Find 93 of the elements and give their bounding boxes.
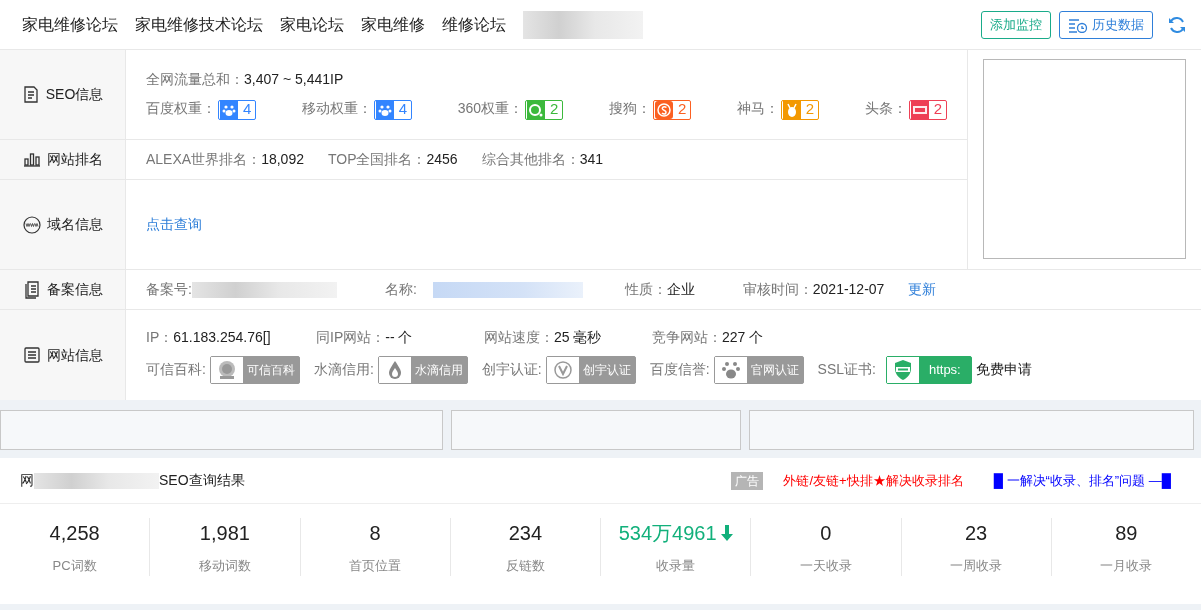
- ad-tag: 广告: [731, 471, 764, 490]
- field-label: 名称:: [384, 280, 417, 299]
- query-link[interactable]: 点击查询: [146, 216, 202, 232]
- field-label: 审核时间：: [742, 281, 813, 297]
- nav-link[interactable]: 家电论坛: [280, 12, 344, 37]
- weight-badge: 4: [218, 99, 257, 120]
- nav-link[interactable]: 家电维修论坛: [22, 12, 118, 37]
- certificate-badge[interactable]: 创宇认证: [545, 355, 636, 384]
- field-label: 百度权重：: [146, 100, 216, 117]
- stat-label: 首页位置: [348, 557, 403, 575]
- logo-icon: [527, 100, 546, 119]
- field-value: 免费申请: [975, 360, 1032, 379]
- field-value: 企业: [666, 281, 695, 297]
- document-icon: [21, 85, 40, 104]
- stat-value: 534万4961: [618, 521, 717, 546]
- field-value: 18,092: [261, 151, 304, 167]
- refresh-icon[interactable]: [1167, 14, 1187, 35]
- history-icon: [1068, 16, 1088, 33]
- weight-badge: 2: [525, 99, 564, 120]
- logo-icon: [782, 100, 801, 119]
- nav-link[interactable]: 家电维修: [361, 12, 425, 37]
- certificate-badge[interactable]: 可信百科: [209, 355, 300, 384]
- field-label: 头条：: [864, 100, 907, 117]
- stat-label: 收录量: [655, 557, 697, 575]
- list-icon: [22, 346, 41, 364]
- field-label: IP：: [146, 328, 174, 345]
- results-title: 网: [20, 471, 34, 490]
- logo-icon: [910, 100, 929, 119]
- certificate-badge[interactable]: 水滴信用: [377, 355, 468, 384]
- stat-label: 反链数: [504, 557, 546, 575]
- field-label: 可信百科:: [146, 360, 206, 379]
- field-label: 全网流量总和：: [146, 71, 244, 88]
- stat-value: 8: [369, 521, 381, 546]
- field-label: 综合其他排名：: [481, 151, 580, 167]
- ad-link[interactable]: 外链/友链+快排★解决收录排名: [783, 470, 964, 491]
- stat-label: 移动词数: [197, 557, 252, 575]
- stat-value: 4,258: [49, 521, 100, 546]
- field-label: ALEXA世界排名：: [146, 151, 262, 167]
- section-label: 网站排名: [46, 150, 103, 169]
- stat-label: 一天收录: [798, 557, 853, 575]
- field-value: 227 个: [722, 328, 764, 345]
- certificate-badge[interactable]: 官网认证: [713, 355, 804, 384]
- field-label: SSL证书:: [817, 360, 876, 379]
- field-value: 3,407 ~ 5,441IP: [244, 71, 344, 88]
- stat-label: PC词数: [51, 557, 98, 575]
- ad-link[interactable]: █ 一解决“收录、排名”问题 —█: [993, 470, 1171, 491]
- field-label: 网站速度：: [484, 328, 554, 345]
- stat-value: 23: [965, 521, 988, 546]
- nav-link[interactable]: 家电维修技术论坛: [135, 12, 263, 37]
- stat-value: 1,981: [199, 521, 250, 546]
- paw-icon: [375, 100, 394, 119]
- section-label: 备案信息: [46, 280, 103, 299]
- globe-icon: [22, 215, 41, 234]
- stat-value: 0: [820, 521, 832, 546]
- field-value: 61.183.254.76[]: [173, 328, 271, 345]
- update-link[interactable]: 更新: [908, 279, 937, 300]
- nav-link[interactable]: 维修论坛: [442, 12, 506, 37]
- paw-icon: [220, 100, 238, 119]
- weight-badge: 2: [908, 99, 947, 120]
- field-label: 水滴信用:: [313, 360, 374, 379]
- field-label: 性质：: [624, 281, 667, 297]
- field-value: 2456: [426, 151, 458, 167]
- field-label: 百度信誉:: [649, 360, 710, 379]
- section-label: 网站信息: [46, 345, 103, 365]
- certificate-badge[interactable]: https:: [885, 355, 972, 384]
- stat-label: 一月收录: [1099, 557, 1154, 575]
- logo-icon: [654, 100, 673, 119]
- field-label: 360权重：: [457, 100, 524, 117]
- field-label: TOP全国排名：: [327, 151, 427, 167]
- field-label: 同IP网站：: [316, 328, 386, 345]
- bar-chart-icon: [22, 150, 41, 169]
- stat-value: 89: [1115, 521, 1138, 546]
- field-label: 竞争网站：: [652, 328, 722, 345]
- field-label: 备案号:: [146, 280, 192, 299]
- weight-badge: 4: [373, 99, 413, 120]
- weight-badge: 2: [652, 99, 692, 120]
- field-label: 创宇认证:: [481, 360, 542, 379]
- add-monitor-button[interactable]: 添加监控: [981, 10, 1051, 39]
- stat-label: 一周收录: [949, 557, 1004, 575]
- field-value: 25 毫秒: [554, 328, 602, 345]
- weight-badge: 2: [780, 99, 820, 120]
- field-label: 神马：: [736, 100, 779, 117]
- section-label: SEO信息: [45, 85, 104, 104]
- history-button[interactable]: 历史数据: [1059, 10, 1153, 39]
- section-label: 域名信息: [46, 215, 103, 234]
- field-value: 2021-12-07: [812, 281, 885, 297]
- field-value: -- 个: [385, 328, 413, 345]
- stat-value: 234: [508, 521, 543, 546]
- results-title: SEO查询结果: [159, 471, 245, 490]
- field-label: 移动权重：: [301, 100, 372, 117]
- field-label: 搜狗：: [608, 100, 651, 117]
- field-value: 341: [579, 151, 603, 167]
- document-icon: [22, 280, 41, 299]
